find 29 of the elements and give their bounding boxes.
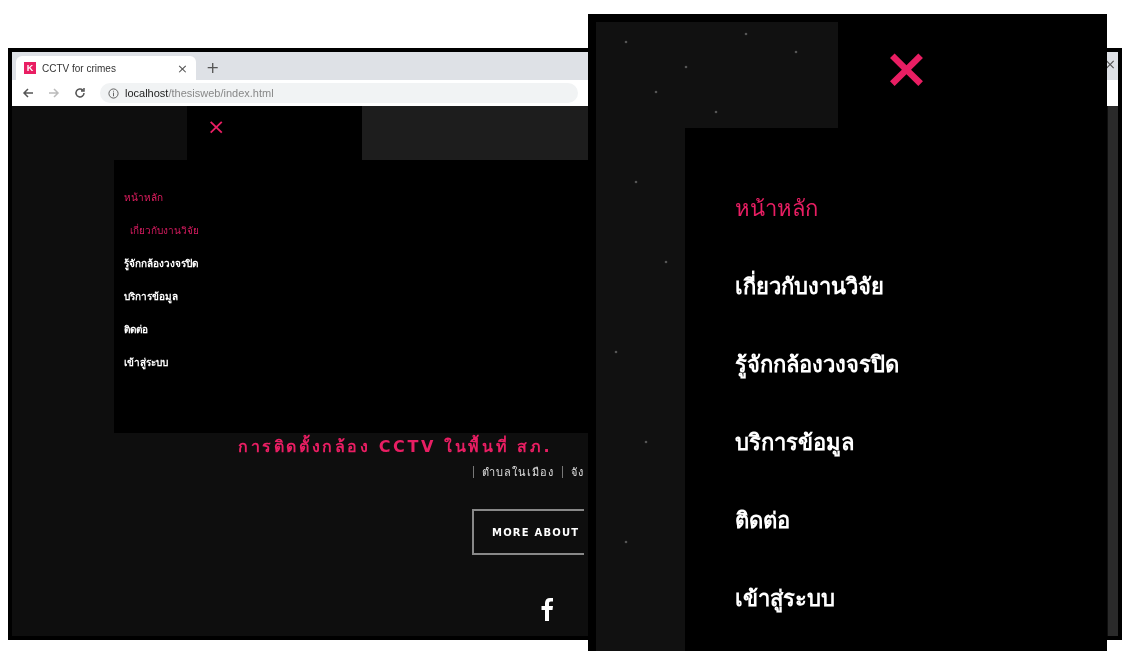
menu-item[interactable]: บริการข้อมูล (124, 289, 178, 304)
facebook-icon[interactable] (540, 597, 554, 621)
menu-item[interactable]: รู้จักกล้องวงจรปิด (124, 256, 198, 271)
menu-item[interactable]: ติดต่อ (735, 506, 790, 536)
location-text: ตำบลในเมือง (482, 465, 554, 481)
tab-close-button[interactable]: × (177, 60, 188, 76)
browser-tab[interactable]: K CCTV for crimes × (16, 56, 196, 80)
menu-item[interactable]: เข้าสู่ระบบ (735, 584, 835, 614)
menu-item[interactable]: เข้าสู่ระบบ (124, 355, 168, 370)
menu-item[interactable]: เกี่ยวกับงานวิจัย (735, 272, 884, 302)
reload-icon[interactable] (74, 87, 86, 99)
scrollbar[interactable] (1108, 106, 1118, 636)
more-about-button[interactable]: MORE ABOUT (472, 509, 584, 555)
menu-item[interactable]: รู้จักกล้องวงจรปิด (735, 350, 899, 380)
menu-item[interactable]: ติดต่อ (124, 322, 148, 337)
menu-item[interactable]: หน้าหลัก (735, 194, 818, 224)
new-tab-button[interactable]: + (206, 58, 220, 77)
close-menu-button[interactable]: × (883, 40, 930, 96)
favicon: K (24, 62, 36, 74)
menu-item[interactable]: เกี่ยวกับงานวิจัย (130, 223, 199, 238)
info-icon (108, 87, 119, 99)
back-icon[interactable] (22, 87, 34, 99)
headline: การติดตั้งกล้อง CCTV ในพื้นที่ สภ. (238, 434, 553, 459)
menu-item[interactable]: บริการข้อมูล (735, 428, 854, 458)
address-bar[interactable]: localhost/thesisweb/index.html (100, 83, 578, 103)
location-text: จัง (571, 465, 584, 481)
tab-title: CCTV for crimes (42, 62, 117, 74)
menu-item[interactable]: หน้าหลัก (124, 190, 163, 205)
close-menu-button[interactable]: × (207, 116, 226, 138)
